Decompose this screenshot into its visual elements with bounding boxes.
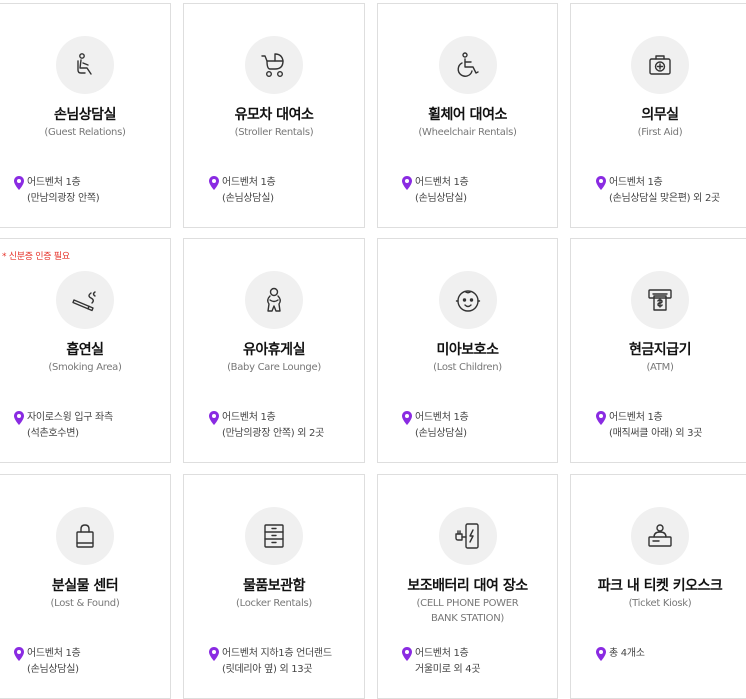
card-title: 물품보관함 (243, 578, 305, 594)
card-title: 현금지급기 (629, 342, 691, 358)
card-location: 어드벤처 1층거울미로 외 4곳 (402, 646, 551, 678)
location-line-1: 어드벤처 지하1층 언더랜드 (222, 648, 332, 659)
card-location: 어드벤처 1층 (매직써클 아래) 외 3곳 (596, 410, 743, 442)
chair-icon (56, 36, 114, 94)
card-subtitle: (Ticket Kiosk) (628, 598, 692, 609)
wheelchair-icon (438, 36, 497, 94)
location-pin-icon (596, 647, 606, 661)
power-bank-icon (438, 507, 497, 565)
location-pin-icon (209, 411, 219, 425)
card-location: 어드벤처 1층 (손님상담실) (402, 175, 551, 207)
card-subtitle: (First Aid) (637, 127, 683, 138)
card-location: 어드벤처 1층 (손님상담실) (14, 646, 164, 678)
location-pin-icon (402, 176, 412, 190)
first-aid-icon (631, 36, 689, 94)
smoking-icon (56, 271, 114, 329)
card-subtitle: (Stroller Rentals) (234, 127, 314, 138)
card-wheelchair-rentals[interactable]: 휠체어 대여소 (Wheelchair Rentals) 어드벤처 1층 (손님상… (377, 3, 558, 228)
card-subtitle: (ATM) (646, 362, 674, 373)
location-line-2: (석촌호수변) (27, 428, 79, 439)
card-title: 휠체어 대여소 (428, 107, 507, 123)
location-line-2: (손님상담실 맞은편) 외 2곳 (609, 193, 720, 204)
location-line-1: 어드벤처 1층 (222, 177, 276, 188)
id-required-notice: * 신분증 인증 필요 (2, 252, 70, 262)
baby-care-icon (245, 271, 303, 329)
card-title: 유아휴게실 (243, 342, 305, 358)
card-title: 손님상담실 (54, 107, 116, 123)
location-line-2: 거울미로 외 4곳 (415, 664, 481, 675)
card-location: 어드벤처 1층 (손님상담실) (402, 410, 551, 442)
card-title: 흡연실 (66, 342, 104, 358)
card-title: 분실물 센터 (51, 578, 119, 594)
location-line-1: 어드벤처 1층 (27, 648, 81, 659)
card-lost-children[interactable]: 미아보호소 (Lost Children) 어드벤처 1층 (손님상담실) (377, 238, 558, 463)
location-line-1: 어드벤처 1층 (609, 177, 663, 188)
location-line-1: 어드벤처 1층 (222, 412, 276, 423)
card-atm[interactable]: 현금지급기 (ATM) 어드벤처 1층 (매직써클 아래) 외 3곳 (570, 238, 746, 463)
kiosk-icon (631, 507, 689, 565)
card-power-bank-station[interactable]: 보조배터리 대여 장소 (CELL PHONE POWER BANK STATI… (377, 474, 558, 699)
location-pin-icon (402, 411, 412, 425)
card-locker-rentals[interactable]: 물품보관함 (Locker Rentals) 어드벤처 지하1층 언더랜드 (릿데… (183, 474, 365, 699)
location-line-1: 어드벤처 1층 (609, 412, 663, 423)
location-pin-icon (209, 647, 219, 661)
card-location: 어드벤처 지하1층 언더랜드 (릿데리아 옆) 외 13곳 (209, 646, 358, 678)
card-title: 미아보호소 (436, 342, 499, 358)
card-first-aid[interactable]: 의무실 (First Aid) 어드벤처 1층 (손님상담실 맞은편) 외 2곳 (570, 3, 746, 228)
location-line-2: (릿데리아 옆) 외 13곳 (222, 664, 313, 675)
stroller-icon (245, 36, 303, 94)
card-baby-care-lounge[interactable]: 유아휴게실 (Baby Care Lounge) 어드벤처 1층 (만남의광장 안… (183, 238, 365, 463)
card-location: 총 4개소 (596, 646, 743, 662)
card-location: 어드벤처 1층 (손님상담실 맞은편) 외 2곳 (596, 175, 743, 207)
card-title: 유모차 대여소 (234, 107, 314, 123)
location-line-2: (손님상담실) (415, 193, 467, 204)
location-line-2: (손님상담실) (222, 193, 274, 204)
location-pin-icon (14, 411, 24, 425)
location-line-2: (만남의광장 안쪽) (27, 193, 100, 204)
card-subtitle: (Guest Relations) (44, 127, 126, 138)
location-line-1: 어드벤처 1층 (27, 177, 81, 188)
child-face-icon (438, 271, 497, 329)
card-location: 어드벤처 1층 (만남의광장 안쪽) (14, 175, 164, 207)
card-subtitle: (CELL PHONE POWER BANK STATION) (416, 598, 519, 624)
location-line-1: 어드벤처 1층 (415, 177, 469, 188)
location-pin-icon (209, 176, 219, 190)
atm-icon (631, 271, 689, 329)
locker-icon (245, 507, 303, 565)
location-pin-icon (14, 647, 24, 661)
card-subtitle: (Lost & Found) (50, 598, 120, 609)
card-guest-relations[interactable]: 손님상담실 (Guest Relations) 어드벤처 1층 (만남의광장 안쪽… (0, 3, 171, 228)
card-subtitle: (Smoking Area) (48, 362, 122, 373)
location-line-1: 총 4개소 (609, 648, 645, 659)
card-stroller-rentals[interactable]: 유모차 대여소 (Stroller Rentals) 어드벤처 1층 (손님상담실… (183, 3, 365, 228)
location-line-1: 어드벤처 1층 (415, 412, 469, 423)
card-title: 보조배터리 대여 장소 (407, 578, 528, 594)
card-subtitle: (Locker Rentals) (236, 598, 312, 609)
location-pin-icon (14, 176, 24, 190)
card-subtitle: (Baby Care Lounge) (227, 362, 321, 373)
location-line-1: 어드벤처 1층 (415, 648, 469, 659)
card-title: 의무실 (641, 107, 679, 123)
card-location: 어드벤처 1층 (손님상담실) (209, 175, 358, 207)
location-line-2: (매직써클 아래) 외 3곳 (609, 428, 703, 439)
facility-grid: 손님상담실 (Guest Relations) 어드벤처 1층 (만남의광장 안쪽… (0, 0, 746, 699)
location-pin-icon (596, 411, 606, 425)
card-subtitle: (Wheelchair Rentals) (418, 127, 517, 138)
card-title: 파크 내 티켓 키오스크 (597, 578, 723, 594)
card-subtitle: (Lost Children) (433, 362, 502, 373)
card-ticket-kiosk[interactable]: 파크 내 티켓 키오스크 (Ticket Kiosk) 총 4개소 (570, 474, 746, 699)
location-line-2: (만남의광장 안쪽) 외 2곳 (222, 428, 325, 439)
bag-icon (56, 507, 114, 565)
card-location: 어드벤처 1층 (만남의광장 안쪽) 외 2곳 (209, 410, 358, 442)
card-location: 자이로스윙 입구 좌측 (석촌호수변) (14, 410, 164, 442)
card-smoking-area[interactable]: * 신분증 인증 필요 흡연실 (Smoking Area) 자이로스윙 입구 … (0, 238, 171, 463)
location-pin-icon (402, 647, 412, 661)
card-lost-and-found[interactable]: 분실물 센터 (Lost & Found) 어드벤처 1층 (손님상담실) (0, 474, 171, 699)
location-line-2: (손님상담실) (27, 664, 79, 675)
location-line-1: 자이로스윙 입구 좌측 (27, 412, 113, 423)
location-pin-icon (596, 176, 606, 190)
location-line-2: (손님상담실) (415, 428, 467, 439)
